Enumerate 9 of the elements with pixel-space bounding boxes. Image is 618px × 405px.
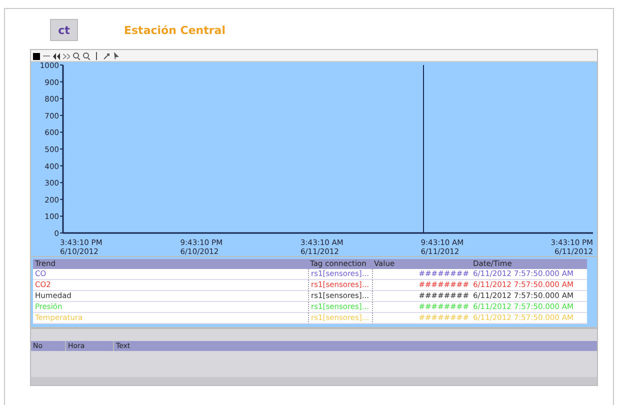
pointer-icon[interactable] bbox=[113, 52, 120, 60]
zoom-in-icon[interactable] bbox=[73, 52, 80, 60]
cursor-icon[interactable] bbox=[93, 52, 100, 60]
rewind-icon[interactable] bbox=[53, 52, 60, 60]
station-title: Estación Central bbox=[124, 24, 226, 36]
stop-icon[interactable] bbox=[33, 52, 40, 60]
zoom-out-icon[interactable] bbox=[83, 52, 90, 60]
app-button[interactable]: ct bbox=[50, 19, 78, 41]
pan-icon[interactable] bbox=[103, 52, 110, 60]
